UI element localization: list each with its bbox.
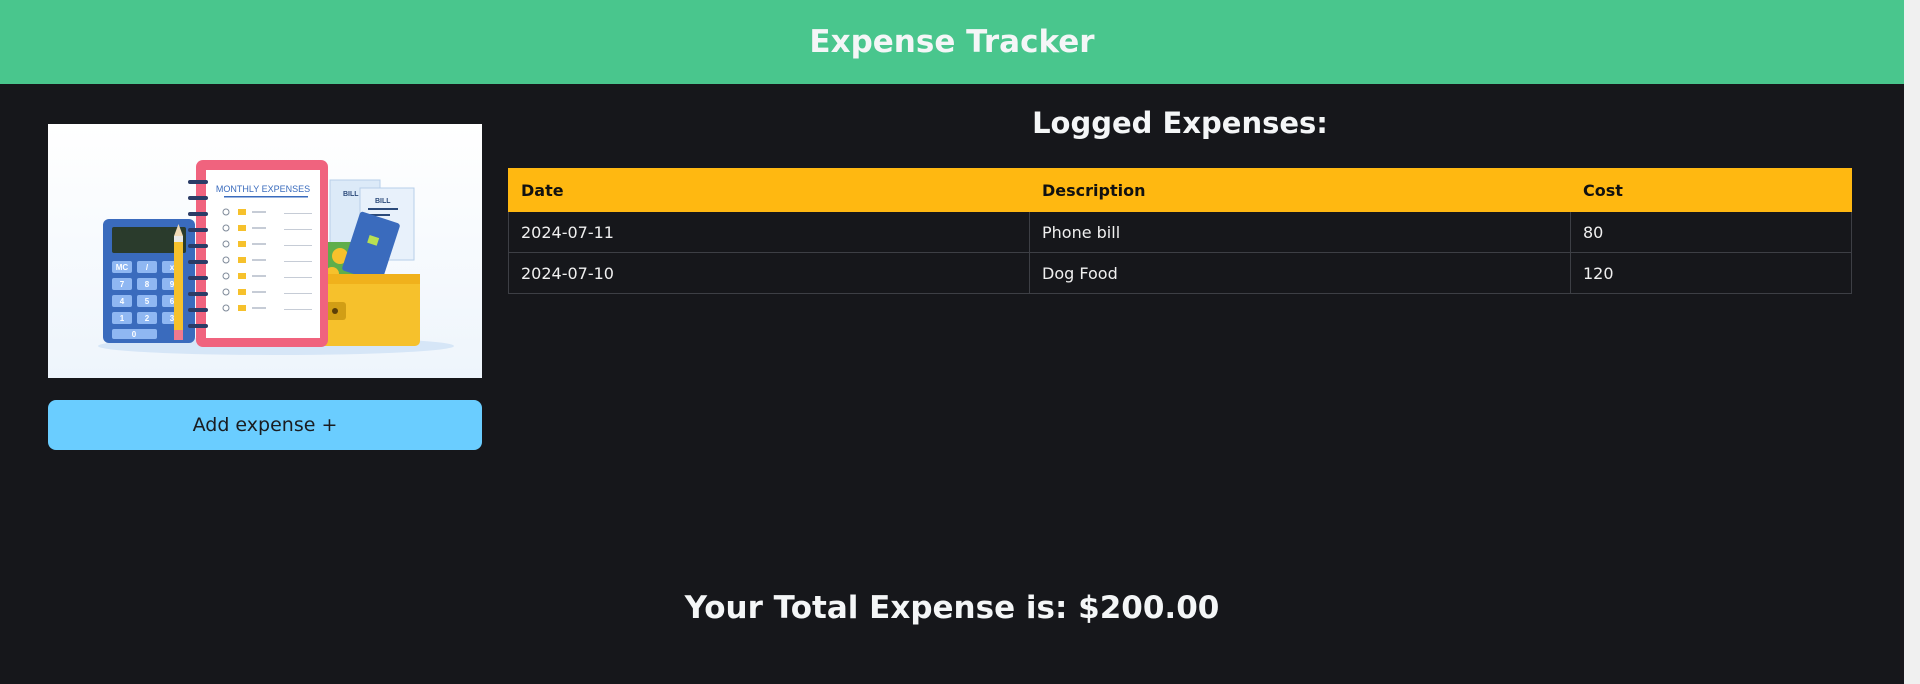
- add-expense-button[interactable]: Add expense +: [48, 400, 482, 450]
- cell-description: Phone bill: [1029, 211, 1571, 253]
- calc-key-5: 5: [145, 297, 150, 306]
- calc-key-7: 7: [120, 280, 125, 289]
- notebook-icon: MONTHLY EXPENSES: [188, 160, 328, 347]
- cell-description: Dog Food: [1029, 252, 1571, 294]
- bill-label-1: BILL: [343, 191, 359, 198]
- pencil-icon: [174, 224, 183, 340]
- notebook-title: MONTHLY EXPENSES: [216, 184, 310, 194]
- calc-key-2: 2: [145, 314, 150, 323]
- column-header-date: Date: [508, 168, 1030, 212]
- expenses-illustration: MC / x 7 8 9 4 5 6 1 2 3 0 BILL BILL MON…: [48, 124, 482, 378]
- calc-key-8: 8: [145, 280, 150, 289]
- calc-key-4: 4: [120, 297, 125, 306]
- bill-label-2: BILL: [375, 198, 391, 205]
- table-row: 2024-07-10 Dog Food 120: [508, 252, 1852, 294]
- calc-key-1: 1: [120, 314, 125, 323]
- cell-date: 2024-07-11: [508, 211, 1030, 253]
- left-column: MC / x 7 8 9 4 5 6 1 2 3 0 BILL BILL MON…: [48, 124, 482, 450]
- page: Expense Tracker MC / x 7 8 9 4 5 6 1 2 3…: [0, 0, 1904, 684]
- calc-key-0: 0: [132, 330, 137, 339]
- app-header: Expense Tracker: [0, 0, 1904, 84]
- expenses-table: Date Description Cost 2024-07-11 Phone b…: [508, 168, 1852, 294]
- logged-expenses-title: Logged Expenses:: [1032, 106, 1328, 140]
- add-expense-label: Add expense +: [192, 414, 338, 436]
- table-header-row: Date Description Cost: [508, 168, 1852, 212]
- cell-cost: 80: [1570, 211, 1852, 253]
- table-row: 2024-07-11 Phone bill 80: [508, 211, 1852, 253]
- app-title: Expense Tracker: [809, 24, 1095, 60]
- calc-key-mc: MC: [116, 263, 129, 272]
- total-expense-text: Your Total Expense is: $200.00: [684, 590, 1220, 626]
- cell-date: 2024-07-10: [508, 252, 1030, 294]
- cell-cost: 120: [1570, 252, 1852, 294]
- column-header-cost: Cost: [1570, 168, 1852, 212]
- vertical-scrollbar[interactable]: [1904, 0, 1920, 684]
- column-header-description: Description: [1029, 168, 1571, 212]
